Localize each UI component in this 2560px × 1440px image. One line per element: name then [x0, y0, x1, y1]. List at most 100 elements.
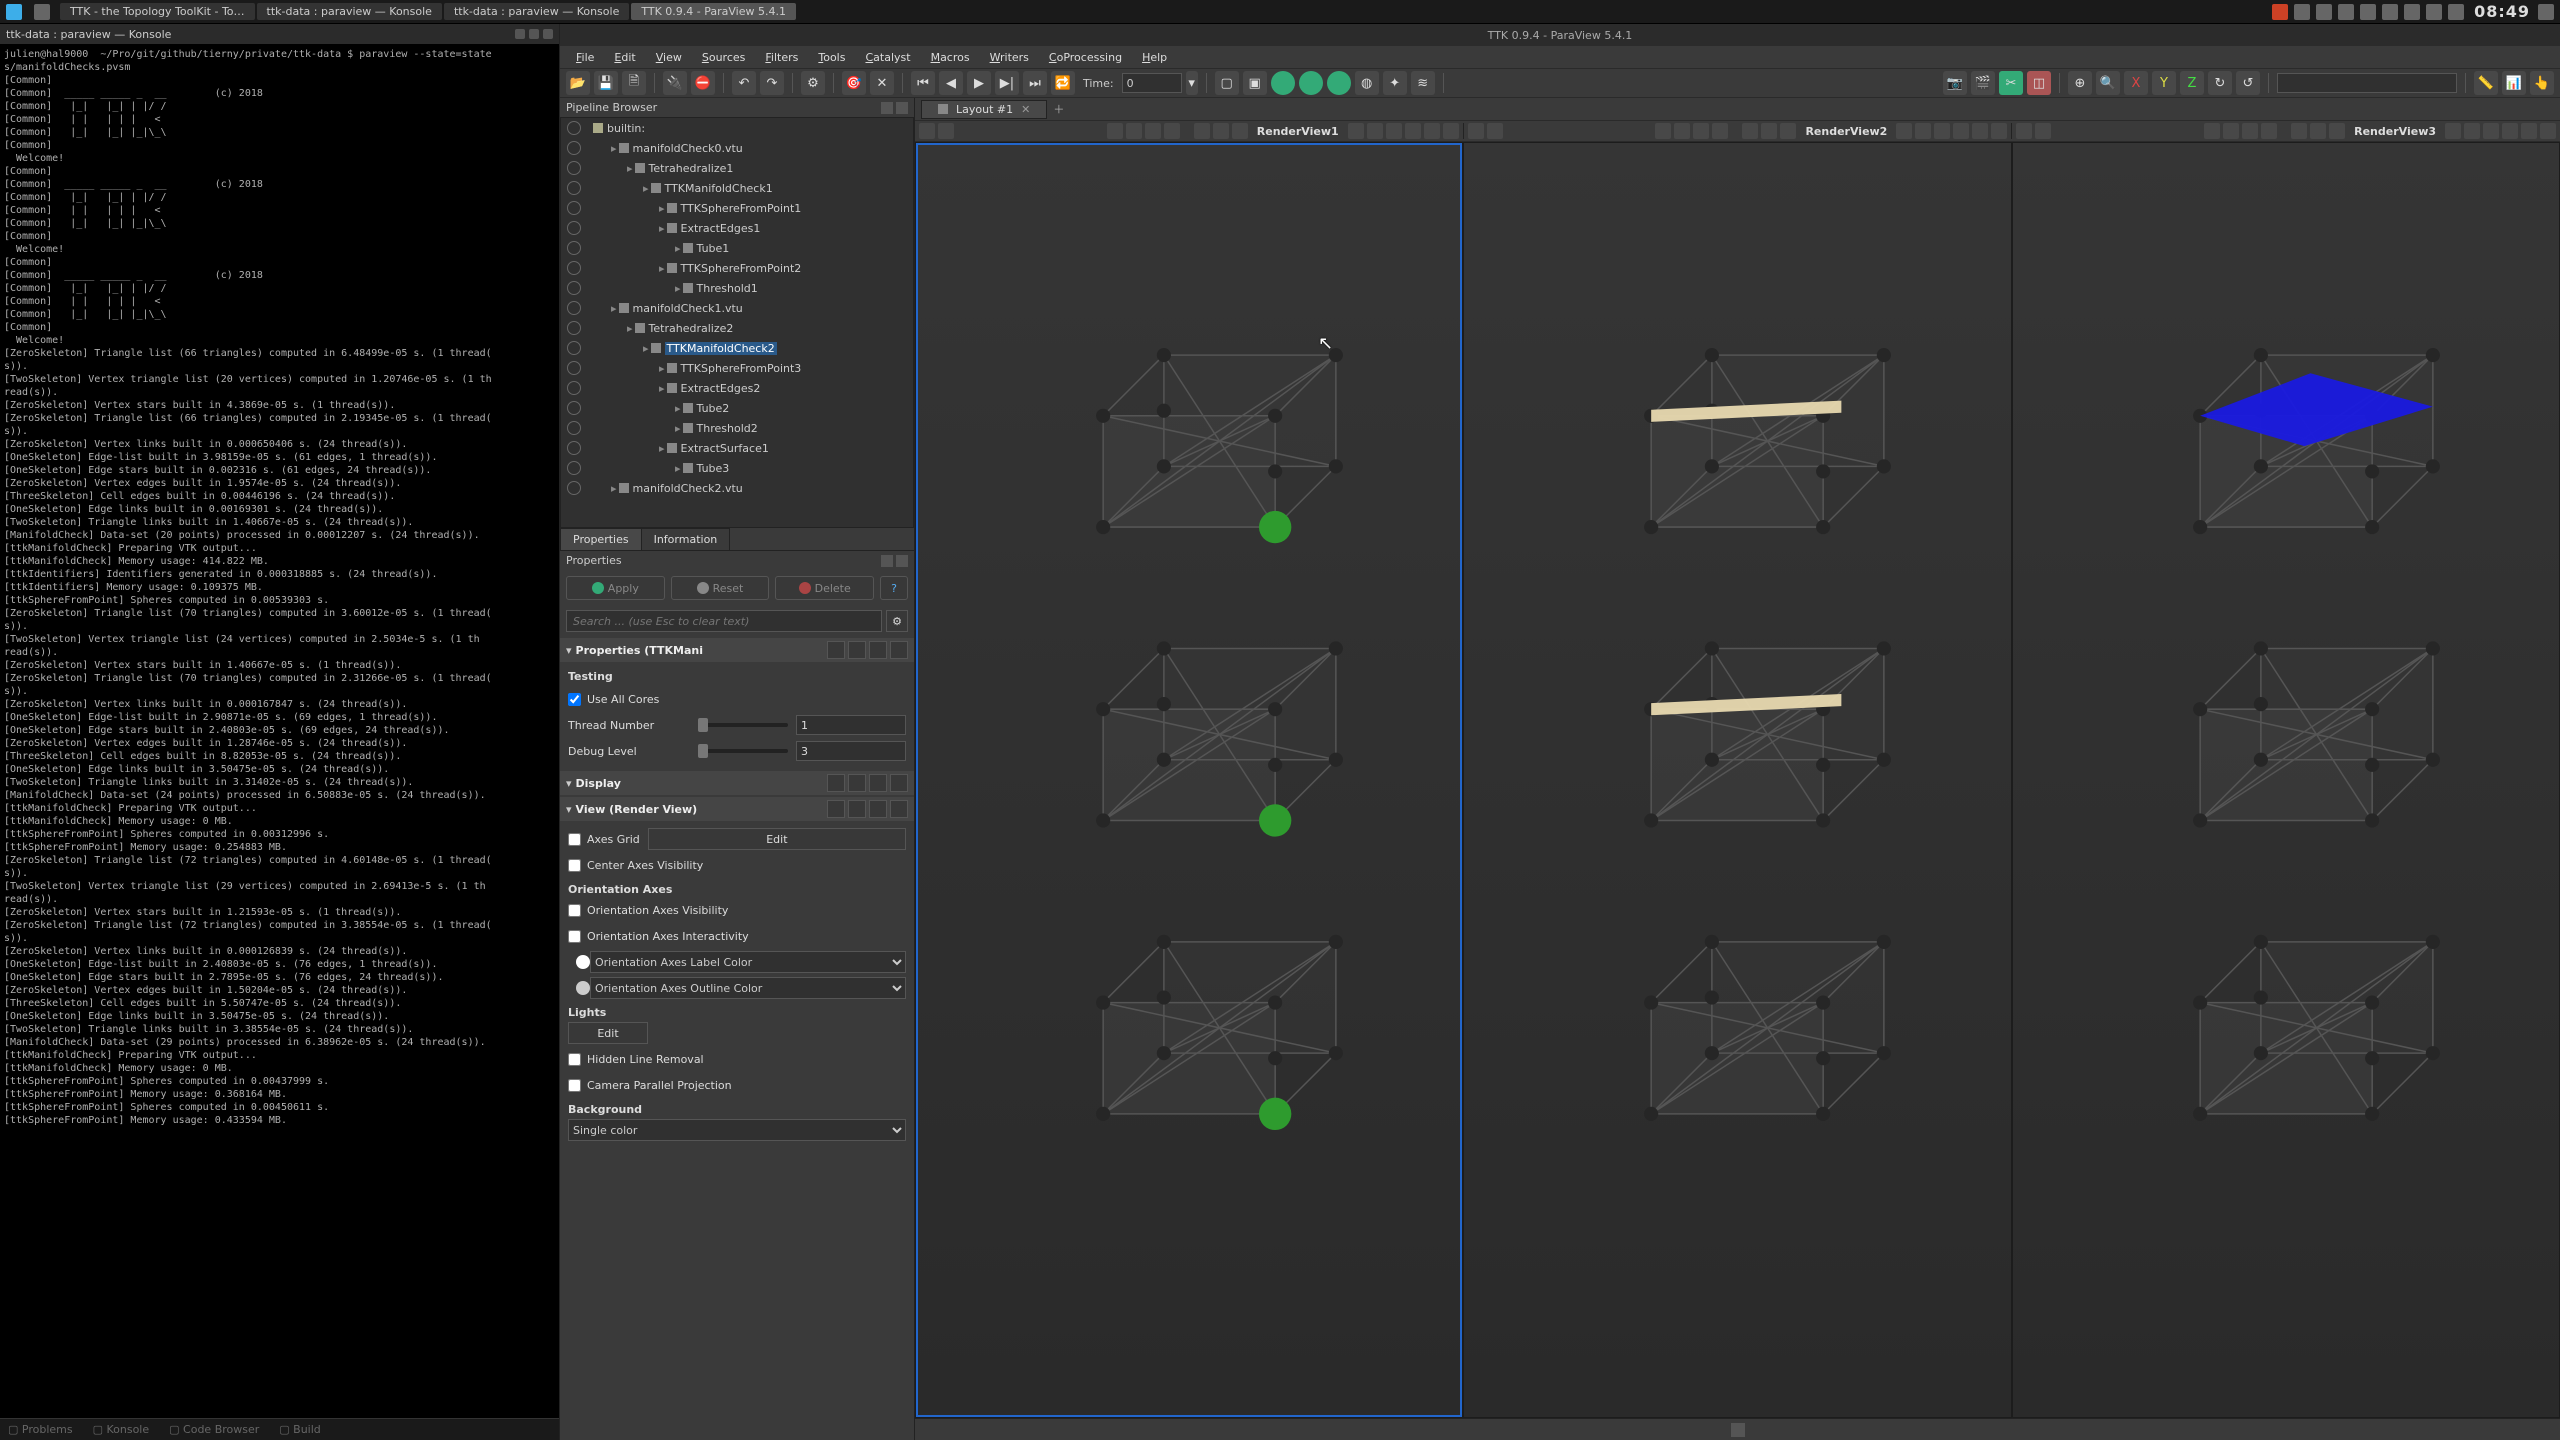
probe-icon[interactable]: 📊 [2502, 71, 2526, 95]
tray-notification-icon[interactable] [2316, 4, 2332, 20]
axes-grid-checkbox[interactable] [568, 833, 581, 846]
visibility-eye-icon[interactable] [567, 421, 581, 435]
loop-icon[interactable]: 🔁 [1051, 71, 1075, 95]
last-frame-icon[interactable]: ⏭ [1023, 71, 1047, 95]
tab-properties[interactable]: Properties [560, 528, 642, 550]
maximize-icon[interactable] [529, 29, 539, 39]
hover-points-icon[interactable] [1443, 123, 1459, 139]
menu-edit[interactable]: Edit [606, 49, 643, 66]
connect-icon[interactable]: 🔌 [663, 71, 687, 95]
undo-icon[interactable]: ↶ [732, 71, 756, 95]
axis-y-icon[interactable]: Y [2152, 71, 2176, 95]
clip-icon[interactable]: ✂ [1999, 71, 2023, 95]
center-axes-checkbox[interactable] [568, 859, 581, 872]
view-3d-icon[interactable] [919, 123, 935, 139]
rotate-90-icon[interactable]: ↻ [2208, 71, 2232, 95]
menu-coprocessing[interactable]: CoProcessing [1041, 49, 1130, 66]
orient-outline-color-swatch[interactable] [576, 981, 590, 995]
pipeline-item[interactable]: ▸TTKManifoldCheck1 [561, 178, 913, 198]
taskbar-task[interactable]: TTK - the Topology ToolKit - To… [60, 3, 255, 20]
visibility-eye-icon[interactable] [567, 341, 581, 355]
visibility-eye-icon[interactable] [567, 301, 581, 315]
pipeline-item[interactable]: ▸TTKSphereFromPoint1 [561, 198, 913, 218]
camera-undo-icon[interactable] [1194, 123, 1210, 139]
interactive-select-icon[interactable] [1953, 123, 1969, 139]
view-2d-icon[interactable] [1487, 123, 1503, 139]
redo-icon[interactable]: ↷ [760, 71, 784, 95]
save-icon[interactable]: 💾 [594, 71, 618, 95]
orient-outline-color-combo[interactable]: Orientation Axes Outline Color [590, 977, 906, 999]
help-button[interactable]: ? [880, 576, 908, 600]
reset-props-icon[interactable] [869, 641, 887, 659]
tree-twist-icon[interactable]: ▸ [675, 422, 681, 435]
orient-label-color-swatch[interactable] [576, 955, 590, 969]
tree-twist-icon[interactable]: ▸ [611, 302, 617, 315]
camera-redo-icon[interactable] [1213, 123, 1229, 139]
time-stepper-icon[interactable]: ▾ [1186, 71, 1198, 95]
pipeline-item[interactable]: ▸Tetrahedralize1 [561, 158, 913, 178]
delete-button[interactable]: Delete [775, 576, 874, 600]
hover-icon[interactable]: 👆 [2530, 71, 2554, 95]
layout-tab[interactable]: Layout #1 ✕ [921, 100, 1047, 119]
rotate-neg-90-icon[interactable]: ↺ [2236, 71, 2260, 95]
dock-close-icon[interactable] [896, 102, 908, 114]
paste-display-icon[interactable] [848, 774, 866, 792]
equalize-icon[interactable] [1164, 123, 1180, 139]
select-block-icon[interactable] [1934, 123, 1950, 139]
paraview-titlebar[interactable]: TTK 0.9.4 - ParaView 5.4.1 [560, 24, 2560, 46]
interactive-select-icon[interactable] [1405, 123, 1421, 139]
lights-edit-button[interactable]: Edit [568, 1022, 648, 1044]
properties-search-input[interactable] [566, 610, 882, 632]
taskbar-task[interactable]: ttk-data : paraview — Konsole [257, 3, 442, 20]
rep-glyph-icon[interactable]: ✦ [1383, 71, 1407, 95]
use-all-cores-checkbox[interactable] [568, 693, 581, 706]
tree-twist-icon[interactable]: ▸ [675, 402, 681, 415]
tree-twist-icon[interactable]: ▸ [659, 262, 665, 275]
menu-catalyst[interactable]: Catalyst [857, 49, 918, 66]
menu-tools[interactable]: Tools [810, 49, 853, 66]
thread-number-value[interactable]: 1 [796, 715, 906, 735]
add-layout-icon[interactable]: ＋ [1053, 101, 1064, 117]
visibility-eye-icon[interactable] [567, 141, 581, 155]
reset-button[interactable]: Reset [671, 576, 770, 600]
select-points-icon[interactable] [2464, 123, 2480, 139]
menu-view[interactable]: View [648, 49, 690, 66]
section-properties-header[interactable]: ▾ Properties (TTKMani [560, 638, 914, 662]
pipeline-item[interactable]: ▸manifoldCheck0.vtu [561, 138, 913, 158]
pipeline-item[interactable]: builtin: [561, 118, 913, 138]
view-3d-icon[interactable] [2016, 123, 2032, 139]
section-display-header[interactable]: ▾ Display [560, 771, 914, 795]
paste-props-icon[interactable] [848, 641, 866, 659]
prev-frame-icon[interactable]: ◀ [939, 71, 963, 95]
tree-twist-icon[interactable]: ▸ [659, 382, 665, 395]
terminal-bottom-tab[interactable]: ▢ Problems [8, 1423, 73, 1436]
cam-parallel-checkbox[interactable] [568, 1079, 581, 1092]
hidden-line-checkbox[interactable] [568, 1053, 581, 1066]
save-state-icon[interactable]: 🗎 [622, 71, 646, 95]
representation-combo[interactable] [2277, 73, 2457, 93]
tray-chrome-icon[interactable] [2272, 4, 2288, 20]
split-h-icon[interactable] [1655, 123, 1671, 139]
visibility-eye-icon[interactable] [567, 261, 581, 275]
animation-icon[interactable]: 🎬 [1971, 71, 1995, 95]
reset-display-icon[interactable] [869, 774, 887, 792]
select-cells-icon[interactable] [2445, 123, 2461, 139]
tray-network-icon[interactable] [2294, 4, 2310, 20]
hover-points-icon[interactable] [1991, 123, 2007, 139]
debug-level-slider[interactable] [698, 749, 788, 753]
maximize-view-icon[interactable] [2242, 123, 2258, 139]
tree-twist-icon[interactable]: ▸ [643, 342, 649, 355]
select-points-icon[interactable] [1367, 123, 1383, 139]
clear-selection-icon[interactable]: ✕ [870, 71, 894, 95]
select-block-icon[interactable] [1386, 123, 1402, 139]
find-data-icon[interactable]: 🎯 [842, 71, 866, 95]
pipeline-item[interactable]: ▸Tube2 [561, 398, 913, 418]
adjust-camera-icon[interactable] [1232, 123, 1248, 139]
visibility-eye-icon[interactable] [567, 481, 581, 495]
pipeline-item[interactable]: ▸TTKSphereFromPoint2 [561, 258, 913, 278]
dock-float-icon[interactable] [881, 102, 893, 114]
select-cells-icon[interactable] [1896, 123, 1912, 139]
pipeline-item[interactable]: ▸Tube3 [561, 458, 913, 478]
tree-twist-icon[interactable]: ▸ [659, 222, 665, 235]
close-icon[interactable] [543, 29, 553, 39]
